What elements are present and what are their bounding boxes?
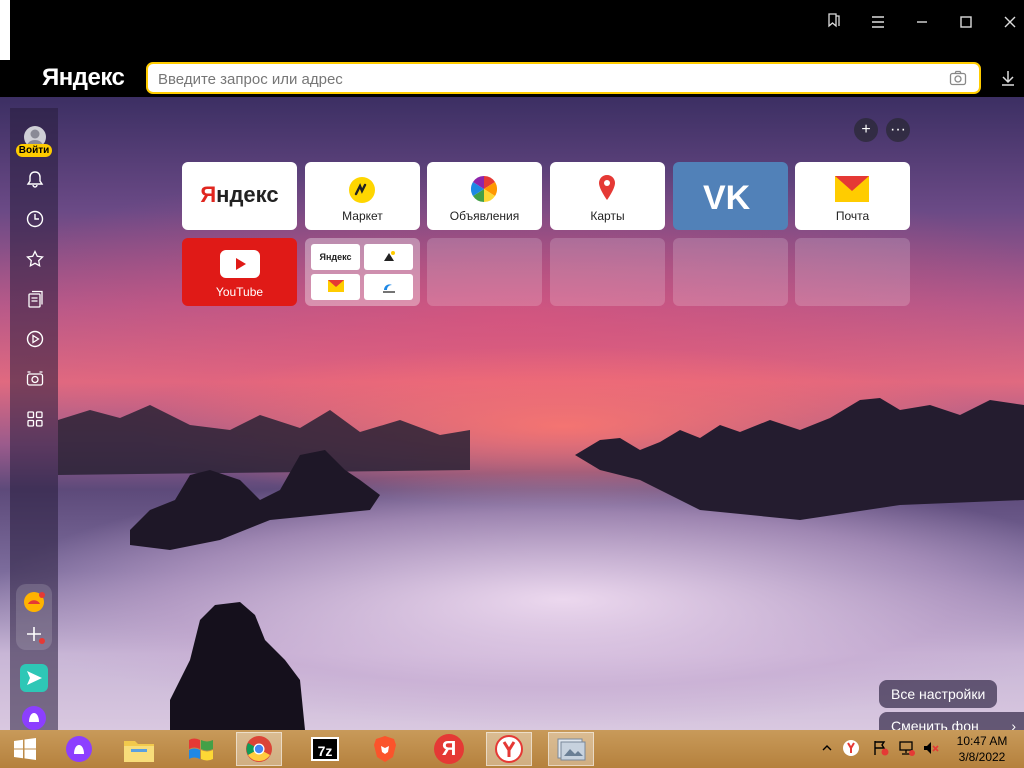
add-site-icon[interactable] (22, 622, 46, 646)
menu-icon[interactable] (866, 12, 890, 36)
add-tile-button[interactable]: + (854, 118, 878, 142)
send-app-icon[interactable] (20, 664, 48, 692)
start-windows-icon[interactable] (2, 732, 48, 766)
tile-vk[interactable]: VK (673, 162, 788, 230)
tile-youtube[interactable]: YouTube (182, 238, 297, 306)
mini-zen-icon (384, 251, 395, 261)
volume-muted-icon[interactable] (922, 739, 940, 768)
tile-label: YouTube (215, 285, 264, 299)
system-clock[interactable]: 10:47 AM 3/8/2022 (950, 733, 1014, 765)
action-center-flag-icon[interactable] (872, 739, 890, 768)
close-icon[interactable] (998, 12, 1022, 36)
tile-market[interactable]: Маркет (305, 162, 420, 230)
yandex-browser-icon[interactable] (486, 732, 532, 766)
tile-empty[interactable] (673, 238, 788, 306)
tile-logo-text: Яндекс (182, 182, 297, 208)
history-clock-icon[interactable] (24, 208, 46, 230)
all-settings-button[interactable]: Все настройки (879, 680, 998, 708)
clock-time: 10:47 AM (956, 734, 1008, 748)
network-icon[interactable] (898, 739, 916, 768)
svg-text:VK: VK (703, 181, 751, 213)
side-panel: Войти (10, 108, 58, 730)
sevenzip-label: 7z (311, 737, 339, 761)
youtube-play-icon (220, 250, 260, 278)
vk-logo-icon: VK (703, 181, 751, 213)
tray-expand-icon[interactable] (822, 742, 832, 768)
mini-tile-text: Яндекс (319, 252, 352, 262)
mini-mail-icon (328, 280, 344, 292)
yandex-first-letter: Я (200, 182, 217, 207)
tile-maps[interactable]: Карты (550, 162, 665, 230)
yandex-letter-icon[interactable]: Я (426, 732, 472, 766)
screenshot-camera-icon[interactable] (24, 368, 46, 390)
tile-empty[interactable] (795, 238, 910, 306)
bookmarks-panel-icon[interactable] (822, 12, 846, 36)
mini-tile-yandex: Яндекс (311, 244, 360, 270)
tile-label: Маркет (342, 209, 383, 223)
mail-envelope-icon (835, 176, 869, 202)
minimize-icon[interactable] (910, 12, 934, 36)
login-badge[interactable]: Войти (16, 144, 52, 157)
maximize-icon[interactable] (954, 12, 978, 36)
chrome-icon[interactable] (236, 732, 282, 766)
sevenzip-icon[interactable]: 7z (302, 732, 348, 766)
mini-tile-zen (364, 244, 413, 270)
mini-tile-mail (311, 274, 360, 300)
clock-date: 3/8/2022 (958, 750, 1006, 764)
tile-group[interactable]: Яндекс (305, 238, 420, 306)
more-options-button[interactable]: ··· (886, 118, 910, 142)
window-edge (0, 0, 10, 60)
pinned-sites-group (16, 584, 52, 650)
address-bar[interactable] (146, 62, 981, 94)
camera-search-icon[interactable] (949, 70, 967, 86)
windows-taskbar: 7z Я 10:47 AM 3/8/2022 (0, 730, 1024, 768)
photo-viewer-icon[interactable] (548, 732, 594, 766)
yandex-logo[interactable]: Яндекс (42, 64, 125, 92)
screen: Яндекс Войти (0, 0, 1024, 768)
tile-empty[interactable] (427, 238, 542, 306)
collections-icon[interactable] (24, 288, 46, 310)
yandex-tray-icon[interactable] (842, 739, 860, 768)
messenger-app-icon[interactable] (22, 590, 46, 614)
tile-label: Почта (835, 209, 870, 223)
map-pin-icon (599, 175, 615, 200)
mini-weather-icon (383, 284, 395, 293)
yandex-rest: ндекс (216, 182, 279, 207)
play-media-icon[interactable] (24, 328, 46, 350)
market-icon (349, 177, 375, 203)
file-explorer-icon[interactable] (116, 732, 162, 766)
yandex-letter-label: Я (434, 734, 464, 764)
mountain-silhouettes (58, 398, 1024, 730)
download-icon[interactable] (998, 68, 1018, 88)
tile-label: Объявления (449, 209, 520, 223)
alice-assistant-icon[interactable] (20, 704, 48, 730)
tile-mail[interactable]: Почта (795, 162, 910, 230)
bookmarks-star-icon[interactable] (24, 248, 46, 270)
tile-classifieds[interactable]: Объявления (427, 162, 542, 230)
address-input[interactable] (158, 69, 918, 89)
tile-empty[interactable] (550, 238, 665, 306)
services-grid-icon[interactable] (24, 408, 46, 430)
tile-label: Карты (590, 209, 625, 223)
mini-tile-weather (364, 274, 413, 300)
alice-taskbar-icon[interactable] (56, 732, 102, 766)
notifications-bell-icon[interactable] (24, 168, 46, 190)
classifieds-pinwheel-icon (470, 175, 498, 203)
windows-xp-flag-icon[interactable] (178, 732, 224, 766)
tile-yandex[interactable]: Яндекс (182, 162, 297, 230)
brave-browser-icon[interactable] (362, 732, 408, 766)
